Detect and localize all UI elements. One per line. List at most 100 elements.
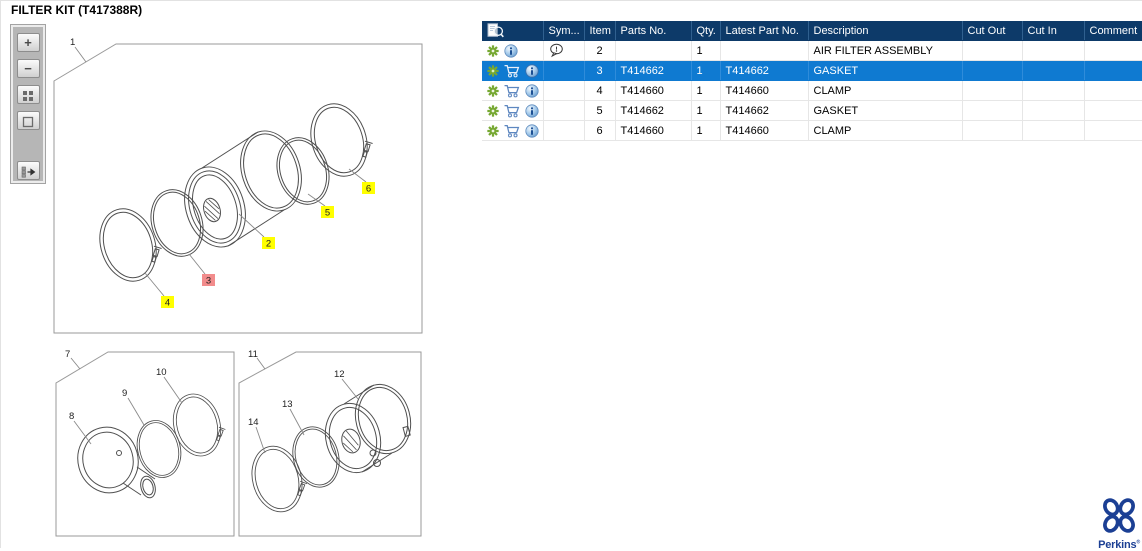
cell-item: 5 (584, 100, 616, 121)
cell-latest-part-no: T414660 (720, 120, 809, 141)
column-header-symbol[interactable]: Sym... (542, 21, 584, 41)
cell-comment (1084, 120, 1142, 141)
note-balloon-icon (549, 43, 563, 58)
cell-item: 3 (584, 60, 616, 81)
callout-13: 13 (282, 399, 293, 410)
part-housing-12 (324, 383, 412, 474)
figure-box-sub-right (238, 351, 422, 537)
cart-icon[interactable] (504, 64, 520, 78)
zoom-out-button[interactable]: − (16, 59, 40, 78)
column-header-description[interactable]: Description (807, 21, 962, 41)
fit-view-button[interactable] (16, 111, 40, 130)
tile-view-button[interactable] (16, 85, 40, 104)
cart-icon[interactable] (504, 104, 520, 118)
exploded-view-main (90, 94, 381, 290)
table-row[interactable]: 6 T414660 1 T414660 CLAMP (482, 120, 1142, 141)
part-filter-element-2 (184, 130, 302, 248)
gear-icon[interactable] (487, 84, 499, 97)
cell-description: CLAMP (808, 80, 963, 101)
gear-icon[interactable] (487, 104, 499, 117)
zoom-in-button[interactable]: + (16, 33, 40, 52)
cell-description: CLAMP (808, 120, 963, 141)
cell-latest-part-no: T414662 (720, 60, 809, 81)
brand-rings-icon (1103, 498, 1135, 533)
column-header-qty[interactable]: Qty. (690, 21, 720, 41)
callout-3-selected[interactable]: 3 (202, 274, 215, 287)
viewer-toolbar: + − (10, 24, 46, 184)
housing-mesh (341, 428, 361, 454)
info-icon[interactable] (525, 83, 539, 98)
info-icon[interactable] (525, 103, 539, 118)
figure-label-1: 1 (70, 37, 75, 48)
cart-icon[interactable] (504, 84, 520, 98)
gear-icon[interactable] (487, 64, 499, 77)
part-clamp-4 (90, 199, 170, 290)
svg-text:6: 6 (366, 184, 371, 195)
cell-item: 2 (584, 40, 616, 61)
callout-8: 8 (69, 411, 74, 422)
info-icon[interactable] (504, 43, 518, 58)
table-row-selected[interactable]: 3 T414662 1 T414662 GASKET (482, 60, 1142, 81)
perkins-logo: Perkins® (1097, 497, 1141, 551)
gear-icon[interactable] (487, 124, 499, 137)
cart-icon[interactable] (504, 124, 520, 138)
callout-12: 12 (334, 369, 345, 380)
exploded-view-sub-left (77, 387, 231, 499)
callouts-sub: 8 9 10 12 13 14 (69, 367, 345, 428)
column-header-cut-in[interactable]: Cut In (1021, 21, 1084, 41)
column-header-comment[interactable]: Comment (1083, 21, 1142, 41)
table-row[interactable]: 4 T414660 1 T414660 CLAMP (482, 80, 1142, 101)
gear-icon[interactable] (487, 44, 499, 57)
cell-latest-part-no (720, 40, 809, 61)
toggle-panel-button[interactable] (16, 161, 40, 180)
info-icon[interactable] (525, 63, 539, 78)
column-header-latest-part-no[interactable]: Latest Part No. (719, 21, 808, 41)
callout-6[interactable]: 6 (362, 182, 375, 195)
grid-icon (23, 90, 33, 101)
column-header-cut-out[interactable]: Cut Out (961, 21, 1022, 41)
table-row[interactable]: 2 1 AIR FILTER ASSEMBLY (482, 40, 1142, 61)
cell-item: 4 (584, 80, 616, 101)
figure-box-sub-left (55, 351, 235, 537)
cell-item: 6 (584, 120, 616, 141)
part-end-cap-8 (77, 426, 156, 499)
cell-parts-no (615, 40, 692, 61)
parts-table: Sym... Item Parts No. Qty. Latest Part N… (482, 21, 1142, 141)
part-gasket-9 (130, 415, 188, 483)
cell-cut-in (1022, 60, 1085, 81)
diagram-viewer: 1 7 11 2 3 4 5 6 8 9 10 12 13 14 (53, 37, 423, 537)
square-icon (22, 116, 34, 127)
figure-labels: 1 7 11 (65, 37, 258, 360)
brand-name: Perkins® (1098, 539, 1140, 551)
table-row[interactable]: 5 T414662 1 T414662 GASKET (482, 100, 1142, 121)
callout-10: 10 (156, 367, 167, 378)
cell-qty: 1 (691, 80, 721, 101)
figure-label-7: 7 (65, 349, 70, 360)
cell-description: GASKET (808, 100, 963, 121)
column-header-item[interactable]: Item (583, 21, 615, 41)
column-header-parts-no[interactable]: Parts No. (614, 21, 691, 41)
cell-qty: 1 (691, 100, 721, 121)
table-header-row: Sym... Item Parts No. Qty. Latest Part N… (482, 21, 1142, 41)
column-header-actions[interactable] (482, 21, 543, 41)
cell-latest-part-no: T414662 (720, 100, 809, 121)
cell-qty: 1 (691, 40, 721, 61)
cell-parts-no: T414660 (615, 80, 692, 101)
cell-comment (1084, 60, 1142, 81)
cell-parts-no: T414660 (615, 120, 692, 141)
part-clamp-10 (166, 387, 231, 462)
callout-4[interactable]: 4 (161, 296, 174, 309)
callout-2[interactable]: 2 (262, 237, 275, 250)
cell-cut-out (962, 100, 1023, 121)
svg-text:2: 2 (266, 239, 271, 250)
cell-qty: 1 (691, 120, 721, 141)
callout-9: 9 (122, 388, 127, 399)
cell-comment (1084, 80, 1142, 101)
cell-description: AIR FILTER ASSEMBLY (808, 40, 963, 61)
info-icon[interactable] (525, 123, 539, 138)
cell-cut-in (1022, 80, 1085, 101)
callout-5[interactable]: 5 (321, 206, 334, 219)
panel-arrow-icon (21, 166, 35, 178)
cell-cut-out (962, 80, 1023, 101)
